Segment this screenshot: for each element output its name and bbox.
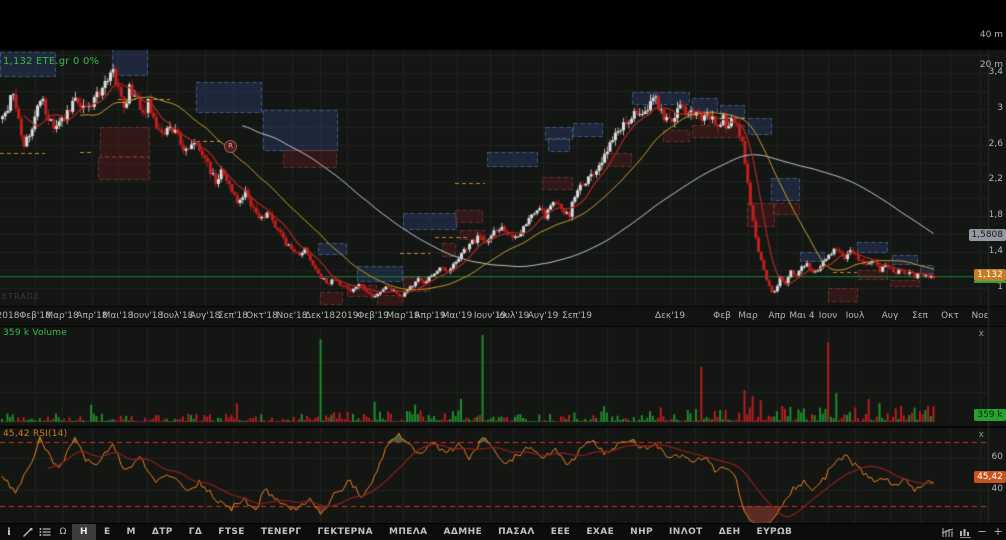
- price-axis-label: 1: [997, 282, 1003, 292]
- time-axis-label: Μαι 4: [789, 311, 814, 321]
- time-axis-label: Ιουν'18: [131, 311, 163, 321]
- watchlist-icon[interactable]: [36, 524, 54, 540]
- close-volume-pane-button[interactable]: x: [979, 330, 984, 339]
- zoom-in-button[interactable]: +: [990, 524, 1006, 540]
- tab-ΕΧΑΕ[interactable]: ΕΧΑΕ: [578, 524, 622, 540]
- time-axis-label: Σεπ'19: [562, 311, 592, 321]
- instrument-tabs: ΗΕΜΔΤΡΓΔFTSEΤΕΝΕΡΓΓΕΚΤΕΡΝΑΜΠΕΛΑΑΔΜΗΕΠΑΣΑ…: [72, 524, 800, 540]
- zoom-out-button[interactable]: −: [974, 524, 990, 540]
- time-axis-label: Οκτ: [941, 311, 959, 321]
- tab-ΕΕΕ[interactable]: ΕΕΕ: [543, 524, 579, 540]
- time-axis-label: Οκτ'18: [246, 311, 278, 321]
- close-rsi-pane-button[interactable]: x: [979, 431, 984, 440]
- tab-ΙΝΛΟΤ[interactable]: ΙΝΛΟΤ: [661, 524, 711, 540]
- candles-icon: [941, 527, 954, 538]
- volume-histogram-icon[interactable]: [956, 524, 974, 540]
- omega-tool-icon[interactable]: Ω: [54, 524, 72, 540]
- time-axis-label: Δεκ'19: [655, 311, 685, 321]
- tab-ΔΕΗ[interactable]: ΔΕΗ: [711, 524, 749, 540]
- tab-ΑΔΜΗΕ[interactable]: ΑΔΜΗΕ: [436, 524, 491, 540]
- time-axis-label: Αυγ: [882, 311, 899, 321]
- tab-Μ[interactable]: Μ: [119, 524, 144, 540]
- time-axis-label: Νοε: [971, 311, 988, 321]
- tab-ΔΤΡ[interactable]: ΔΤΡ: [144, 524, 181, 540]
- toolbar-right-controls: − +: [938, 524, 1006, 540]
- rsi-axis-label: 40: [992, 484, 1003, 494]
- tab-ΜΠΕΛΑ[interactable]: ΜΠΕΛΑ: [381, 524, 436, 540]
- tab-ΝΗΡ[interactable]: ΝΗΡ: [622, 524, 661, 540]
- time-axis-label: Νοε'18: [276, 311, 307, 321]
- time-axis-label: Αυγ'18: [190, 311, 221, 321]
- tab-ΓΔ[interactable]: ΓΔ: [181, 524, 211, 540]
- tab-Η[interactable]: Η: [72, 524, 96, 540]
- info-icon[interactable]: i: [0, 524, 18, 540]
- vol-axis-label: 20 m: [980, 60, 1003, 70]
- price-axis-label: 2,6: [989, 139, 1003, 149]
- candlestick-chart-icon[interactable]: [938, 524, 956, 540]
- time-axis-label: Μαι'19: [442, 311, 473, 321]
- list-icon: [39, 527, 51, 537]
- time-axis-label: Ιουλ'19: [497, 311, 530, 321]
- time-axis-label: Ιουν: [819, 311, 837, 321]
- time-axis-label: Δεκ'18: [305, 311, 335, 321]
- trendline-tool-icon[interactable]: [18, 524, 36, 540]
- price-axis-label: 1,4: [989, 246, 1003, 256]
- price-axis-label: 3: [997, 103, 1003, 113]
- rsi-axis[interactable]: 60 40: [972, 428, 1006, 524]
- time-axis-label: 2018: [0, 311, 19, 321]
- time-axis-label: 2019: [336, 311, 359, 321]
- volume-axis[interactable]: 40 m 20 m: [972, 0, 1006, 100]
- time-axis-label: Μαρ'18: [45, 311, 78, 321]
- price-axis-label: 2,2: [989, 174, 1003, 184]
- trading-chart-window: 1,132 ETE.gr 0 0% ETRADE 359 k Volume 45…: [0, 0, 1006, 540]
- tab-ΕΥΡΩΒ[interactable]: ΕΥΡΩΒ: [749, 524, 801, 540]
- time-axis-label: Σεπ: [912, 311, 928, 321]
- price-axis-label: 1,8: [989, 210, 1003, 220]
- time-axis-label: Αυγ'19: [528, 311, 559, 321]
- tab-FTSE[interactable]: FTSE: [210, 524, 253, 540]
- tab-ΠΑΣΑΛ[interactable]: ΠΑΣΑΛ: [490, 524, 543, 540]
- time-axis-label: Σεπ'18: [218, 311, 248, 321]
- time-axis-label: Φεβ'19: [357, 311, 389, 321]
- time-axis-label: Μαι'18: [103, 311, 134, 321]
- time-axis-label: Ιουλ'18: [161, 311, 194, 321]
- time-axis-label: Απρ: [768, 311, 785, 321]
- pencil-icon: [22, 527, 33, 538]
- time-axis[interactable]: 2018Φεβ'18Μαρ'18Απρ'18Μαι'18Ιουν'18Ιουλ'…: [0, 306, 1006, 326]
- resistance-marker[interactable]: R: [224, 140, 237, 153]
- tab-ΤΕΝΕΡΓ[interactable]: ΤΕΝΕΡΓ: [253, 524, 310, 540]
- time-axis-label: Ιουλ: [846, 311, 865, 321]
- tab-Ε[interactable]: Ε: [96, 524, 119, 540]
- vol-axis-label: 40 m: [980, 30, 1003, 40]
- histogram-icon: [959, 527, 972, 538]
- bottom-toolbar: i Ω ΗΕΜΔΤΡΓΔFTSEΤΕΝΕΡΓΓΕΚΤΕΡΝΑΜΠΕΛΑΑΔΜΗΕ…: [0, 523, 1006, 540]
- time-axis-label: Φεβ: [713, 311, 731, 321]
- tab-ΓΕΚΤΕΡΝΑ[interactable]: ΓΕΚΤΕΡΝΑ: [310, 524, 381, 540]
- time-axis-label: Μαρ: [738, 311, 757, 321]
- chart-canvas[interactable]: [0, 0, 1006, 524]
- rsi-axis-label: 60: [992, 452, 1003, 462]
